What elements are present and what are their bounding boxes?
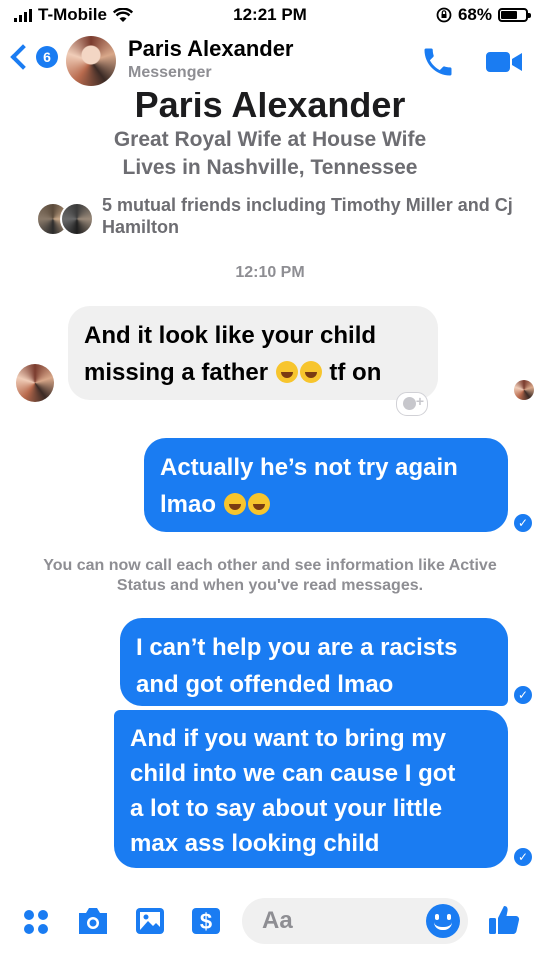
composer-bar: $ Aa xyxy=(0,890,540,960)
message-input-placeholder: Aa xyxy=(262,907,293,934)
contact-avatar[interactable] xyxy=(66,36,116,86)
message-line: And it look like your child xyxy=(84,322,377,349)
profile-work: Great Royal Wife at House Wife xyxy=(113,128,427,151)
sender-avatar[interactable] xyxy=(16,364,54,402)
battery-percent: 68% xyxy=(457,5,492,24)
phone-icon[interactable] xyxy=(420,44,456,80)
apps-icon[interactable] xyxy=(22,908,50,936)
outgoing-message[interactable]: I can’t help you are a racists and got o… xyxy=(120,618,508,706)
sent-check-icon: ✓ xyxy=(514,848,532,866)
message-text: missing a father xyxy=(84,359,269,386)
status-right: 68% xyxy=(436,5,531,25)
message-line: I can’t help you are a racists xyxy=(136,634,458,661)
message-text: lmao xyxy=(160,491,217,518)
mutual-friends-text[interactable]: 5 mutual friends including Timothy Mille… xyxy=(102,194,522,238)
smile-icon[interactable] xyxy=(426,904,460,938)
orientation-lock-icon xyxy=(436,7,452,23)
thumbs-up-icon[interactable] xyxy=(486,902,522,938)
contact-subtitle: Messenger xyxy=(128,64,212,81)
message-timestamp: 12:10 PM xyxy=(235,264,305,281)
message-line: And if you want to bring my xyxy=(130,725,446,752)
profile-location: Lives in Nashville, Tennessee xyxy=(122,156,418,179)
message-line: Actually he’s not try again xyxy=(160,454,458,481)
chevron-left-icon xyxy=(10,44,36,70)
dollar-icon[interactable]: $ xyxy=(190,906,222,936)
unread-badge: 6 xyxy=(36,46,58,68)
read-receipt-avatar xyxy=(514,380,534,400)
svg-text:$: $ xyxy=(200,909,212,934)
battery-icon xyxy=(498,8,531,22)
message-line: and got offended lmao xyxy=(136,671,394,698)
video-icon[interactable] xyxy=(484,48,524,76)
message-line: child into we can cause I got xyxy=(130,760,456,787)
incoming-message[interactable]: And it look like your child missing a fa… xyxy=(68,306,438,400)
sent-check-icon: ✓ xyxy=(514,514,532,532)
sent-check-icon: ✓ xyxy=(514,686,532,704)
contact-name[interactable]: Paris Alexander xyxy=(128,36,294,62)
mutual-friend-avatar xyxy=(60,202,94,236)
message-line: missing a father tf on xyxy=(84,354,422,391)
message-input[interactable]: Aa xyxy=(242,898,468,944)
tears-of-joy-emoji-icon xyxy=(275,361,298,383)
tears-of-joy-emoji-icon xyxy=(299,361,322,383)
gallery-icon[interactable] xyxy=(134,906,166,936)
message-text: tf on xyxy=(329,359,382,386)
camera-icon[interactable] xyxy=(76,906,110,936)
back-button[interactable]: 6 xyxy=(10,44,58,70)
message-line: max ass looking child xyxy=(130,830,380,857)
conversation-header: 6 Paris Alexander Messenger xyxy=(0,30,540,92)
outgoing-message[interactable]: And if you want to bring my child into w… xyxy=(114,710,508,868)
add-reaction-icon[interactable] xyxy=(396,392,428,416)
outgoing-message[interactable]: Actually he’s not try again lmao xyxy=(144,438,508,532)
tears-of-joy-emoji-icon xyxy=(223,493,246,515)
message-line: a lot to say about your little xyxy=(130,795,443,822)
status-bar: T-Mobile 12:21 PM 68% xyxy=(0,0,540,30)
tears-of-joy-emoji-icon xyxy=(247,493,270,515)
system-notice: You can now call each other and see info… xyxy=(43,557,497,594)
message-line: lmao xyxy=(160,486,492,523)
